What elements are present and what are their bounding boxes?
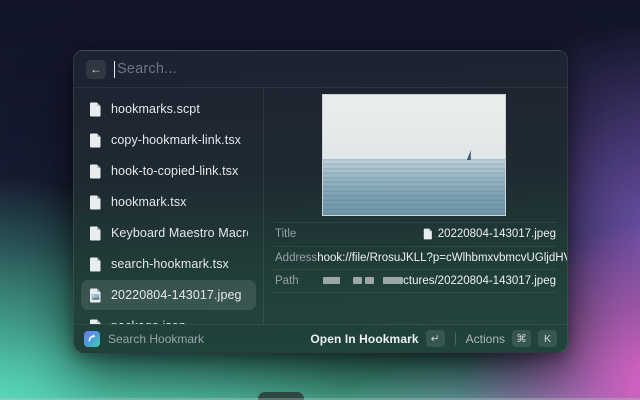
command-key-icon: ⌘ [512, 330, 531, 347]
hookmark-logo-icon [84, 331, 100, 347]
list-item[interactable]: hookmarks.scpt [81, 94, 256, 124]
file-document-icon [423, 228, 433, 240]
file-document-icon [89, 164, 102, 179]
footer-divider [455, 332, 456, 345]
file-document-icon [89, 102, 102, 117]
title-label: Title [275, 228, 296, 240]
address-label: Address [275, 252, 317, 264]
metadata-row-address: Address hook://file/RrosuJKLL?p=cWlhbmxv… [274, 246, 557, 270]
list-item[interactable]: package.json [81, 311, 256, 324]
list-item[interactable]: hook-to-copied-link.tsx [81, 156, 256, 186]
metadata-row-title: Title 20220804-143017.jpeg [274, 222, 557, 246]
address-value: hook://file/RrosuJKLL?p=cWlhbmxvbmcvUGlj… [317, 252, 568, 264]
metadata-section: Title 20220804-143017.jpeg Address hook:… [274, 222, 557, 293]
text-caret [114, 61, 115, 78]
desktop-wallpaper: { "window": { "search": { "placeholder":… [0, 0, 640, 400]
metadata-row-path: Path ctures/20220804-143017.jpeg [274, 269, 557, 293]
list-item[interactable]: search-hookmark.tsx [81, 249, 256, 279]
content-area: hookmarks.scpt copy-hookmark-link.tsx ho… [74, 89, 567, 324]
file-document-icon [89, 133, 102, 148]
redacted-segment [323, 277, 340, 284]
file-document-icon [89, 226, 102, 241]
path-value: ctures/20220804-143017.jpeg [403, 275, 556, 287]
enter-key-icon: ↵ [426, 330, 445, 347]
file-document-icon [89, 257, 102, 272]
launcher-window: ← Search... hookmarks.scpt copy-hookmark… [73, 50, 568, 353]
preview-sky [323, 95, 505, 159]
list-item[interactable]: hookmark.tsx [81, 187, 256, 217]
back-arrow-icon: ← [90, 62, 102, 76]
app-label: Search Hookmark [108, 332, 204, 346]
detail-panel: Title 20220804-143017.jpeg Address hook:… [264, 89, 567, 324]
action-bar: Search Hookmark Open In Hookmark ↵ Actio… [74, 324, 567, 352]
k-key-icon: K [538, 330, 557, 347]
search-placeholder: Search... [117, 61, 177, 77]
search-input[interactable]: Search... [114, 61, 177, 78]
preview-sea [323, 159, 505, 215]
list-item[interactable]: Keyboard Maestro Macros.k... [81, 218, 256, 248]
path-label: Path [275, 275, 299, 287]
title-value: 20220804-143017.jpeg [438, 228, 556, 240]
image-preview [322, 94, 506, 216]
file-image-icon [89, 288, 102, 303]
redacted-segment [383, 277, 403, 284]
open-in-hookmark-button[interactable]: Open In Hookmark ↵ [310, 330, 444, 347]
search-header: ← Search... [74, 51, 567, 88]
back-button[interactable]: ← [86, 60, 106, 79]
redacted-segment [353, 277, 362, 284]
redacted-segment [365, 277, 374, 284]
list-item[interactable]: copy-hookmark-link.tsx [81, 125, 256, 155]
actions-menu-button[interactable]: Actions ⌘ K [466, 330, 557, 347]
file-list: hookmarks.scpt copy-hookmark-link.tsx ho… [74, 89, 264, 324]
file-document-icon [89, 195, 102, 210]
list-item-selected[interactable]: 20220804-143017.jpeg [81, 280, 256, 310]
